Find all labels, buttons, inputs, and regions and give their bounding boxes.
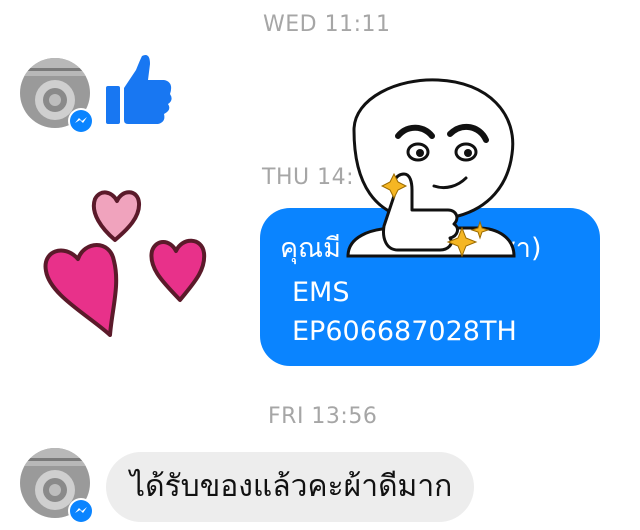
timestamp-fri: FRI 13:56 (268, 404, 378, 429)
avatar[interactable] (20, 448, 94, 524)
received-message-bubble[interactable]: ได้รับของแล้วคะผ้าดีมาก (106, 452, 474, 522)
messenger-icon (68, 108, 94, 134)
message-text: ได้รับของแล้วคะผ้าดีมาก (130, 469, 453, 504)
hearts-sticker (43, 190, 207, 337)
message-line: คุณมี (280, 233, 341, 264)
thumbs-up-character-sticker (346, 78, 516, 258)
timestamp-wed: WED 11:11 (263, 12, 391, 37)
message-line: EP606687028TH (292, 316, 517, 347)
chat-thread: WED 11:11 THU 14: คุณมี EMS EP606687028T… (0, 0, 640, 530)
thumbs-up-icon (106, 55, 172, 124)
messenger-icon (68, 498, 94, 524)
message-line: EMS (292, 277, 350, 308)
avatar[interactable] (20, 58, 94, 134)
